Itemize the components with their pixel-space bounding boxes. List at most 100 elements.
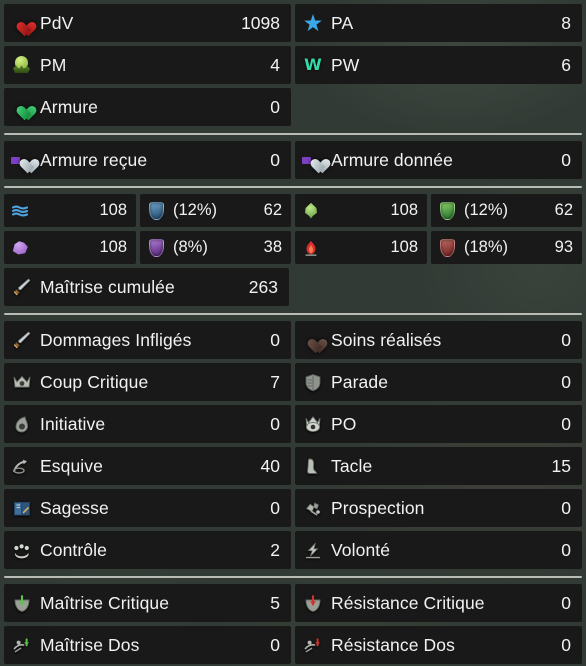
resistance-percent: (8%) (173, 238, 208, 256)
secondary-right-column: Soins réalisés 0 Parade 0 PO 0 Tacle 15 … (295, 321, 582, 569)
mastery-value: 108 (99, 238, 127, 256)
stat-label: Maîtrise Dos (40, 634, 140, 655)
stat-label: Maîtrise cumulée (40, 276, 175, 297)
stat-value: 8 (561, 12, 571, 33)
critical-resist-icon (302, 592, 324, 614)
elemental-pair-earth: 108 (8%) 38 (4, 231, 291, 264)
stat-label: PW (331, 54, 360, 75)
mastery-value: 108 (390, 201, 418, 219)
star-blue-icon (302, 12, 324, 34)
stat-row-pa[interactable]: PA 8 (295, 4, 582, 42)
masteries-left-column: Maîtrise Critique 5 Maîtrise Dos 0 (4, 584, 291, 666)
mastery-cell-earth[interactable]: 108 (4, 231, 136, 264)
mastery-cell-air[interactable]: 108 (295, 194, 427, 227)
stat-row-soins-realises[interactable]: Soins réalisés 0 (295, 321, 582, 359)
stat-row-pm[interactable]: PM 4 (4, 46, 291, 84)
stat-value: 0 (561, 413, 571, 434)
masteries-right-column: Résistance Critique 0 Résistance Dos 0 (295, 584, 582, 666)
stat-value: 0 (270, 634, 280, 655)
elemental-section: 108 (12%) 62 108 (12%) 62 108 (8%) 38 10… (0, 194, 586, 264)
stat-row-armure-donnee[interactable]: Armure donnée 0 (295, 141, 582, 179)
masteries-section: Maîtrise Critique 5 Maîtrise Dos 0 Résis… (0, 584, 586, 666)
character-stats-panel: PdV 1098 PM 4 Armure 0 PA 8 W PW 6 Armur… (0, 0, 586, 666)
stat-label: Maîtrise Critique (40, 592, 170, 613)
stat-row-armure[interactable]: Armure 0 (4, 88, 291, 126)
mastery-cell-fire[interactable]: 108 (295, 231, 427, 264)
resistance-percent: (12%) (173, 201, 218, 219)
resistance-value: 62 (263, 201, 282, 219)
stat-label: Esquive (40, 455, 103, 476)
armor-given-icon (302, 149, 324, 171)
stat-value: 0 (270, 96, 280, 117)
stat-row-resistance-critique[interactable]: Résistance Critique 0 (295, 584, 582, 622)
resistance-cell-earth[interactable]: (8%) 38 (140, 231, 291, 264)
stat-row-volonte[interactable]: Volonté 0 (295, 531, 582, 569)
stat-value: 0 (270, 413, 280, 434)
separator (4, 186, 582, 188)
stat-value: 2 (270, 539, 280, 560)
stat-label: Contrôle (40, 539, 107, 560)
stat-value: 40 (260, 455, 280, 476)
stat-row-tacle[interactable]: Tacle 15 (295, 447, 582, 485)
separator (4, 133, 582, 135)
stat-row-pdv[interactable]: PdV 1098 (4, 4, 291, 42)
stat-value: 5 (270, 592, 280, 613)
stat-value: 0 (561, 634, 571, 655)
armor-given-column: Armure donnée 0 (295, 141, 582, 179)
stat-value: 6 (561, 54, 571, 75)
stat-row-dommages-infliges[interactable]: Dommages Infligés 0 (4, 321, 291, 359)
water-icon (10, 201, 30, 221)
separator (4, 313, 582, 315)
back-mastery-icon (11, 634, 33, 656)
mastery-value: 108 (99, 201, 127, 219)
stat-row-resistance-dos[interactable]: Résistance Dos 0 (295, 626, 582, 664)
stat-value: 0 (270, 149, 280, 170)
secondary-left-column: Dommages Infligés 0 Coup Critique 7 Init… (4, 321, 291, 569)
armor-transfer-section: Armure reçue 0 Armure donnée 0 (0, 141, 586, 179)
stat-row-sagesse[interactable]: Sagesse 0 (4, 489, 291, 527)
resistance-cell-air[interactable]: (12%) 62 (431, 194, 582, 227)
stat-row-armure-recue[interactable]: Armure reçue 0 (4, 141, 291, 179)
stat-row-maitrise-cumulee[interactable]: Maîtrise cumulée 263 (4, 268, 289, 306)
resistance-percent: (18%) (464, 238, 509, 256)
resistance-cell-fire[interactable]: (18%) 93 (431, 231, 582, 264)
stat-row-pw[interactable]: W PW 6 (295, 46, 582, 84)
stat-row-controle[interactable]: Contrôle 2 (4, 531, 291, 569)
heart-green-icon (11, 96, 33, 118)
stat-label: Armure (40, 96, 98, 117)
elemental-pair-air: 108 (12%) 62 (295, 194, 582, 227)
stat-label: Sagesse (40, 497, 109, 518)
stat-label: Prospection (331, 497, 425, 518)
shield-fire-icon (437, 238, 457, 258)
armor-received-column: Armure reçue 0 (4, 141, 291, 179)
prospecting-icon (302, 497, 324, 519)
shield-air-icon (437, 201, 457, 221)
stat-row-initiative[interactable]: Initiative 0 (4, 405, 291, 443)
stat-value: 0 (270, 329, 280, 350)
stat-row-parade[interactable]: Parade 0 (295, 363, 582, 401)
mastery-cell-water[interactable]: 108 (4, 194, 136, 227)
stat-row-maitrise-dos[interactable]: Maîtrise Dos 0 (4, 626, 291, 664)
stat-label: Dommages Infligés (40, 329, 192, 350)
control-icon (11, 539, 33, 561)
stat-row-esquive[interactable]: Esquive 40 (4, 447, 291, 485)
stat-row-coup-critique[interactable]: Coup Critique 7 (4, 363, 291, 401)
stat-label: Tacle (331, 455, 373, 476)
critical-mastery-icon (11, 592, 33, 614)
stat-row-maitrise-critique[interactable]: Maîtrise Critique 5 (4, 584, 291, 622)
stat-row-prospection[interactable]: Prospection 0 (295, 489, 582, 527)
resistance-value: 62 (554, 201, 573, 219)
stat-value: 1098 (241, 12, 280, 33)
movement-point-icon (11, 54, 33, 76)
wakfu-point-icon: W (304, 55, 322, 74)
vitals-right-column: PA 8 W PW 6 (295, 4, 582, 84)
vitals-section: PdV 1098 PM 4 Armure 0 PA 8 W PW 6 (0, 0, 586, 126)
book-icon (11, 497, 33, 519)
resistance-cell-water[interactable]: (12%) 62 (140, 194, 291, 227)
vitals-left-column: PdV 1098 PM 4 Armure 0 (4, 4, 291, 126)
stat-row-po[interactable]: PO 0 (295, 405, 582, 443)
elemental-pair-fire: 108 (18%) 93 (295, 231, 582, 264)
stat-value: 0 (561, 329, 571, 350)
stat-label: PdV (40, 12, 74, 33)
stat-label: Volonté (331, 539, 391, 560)
